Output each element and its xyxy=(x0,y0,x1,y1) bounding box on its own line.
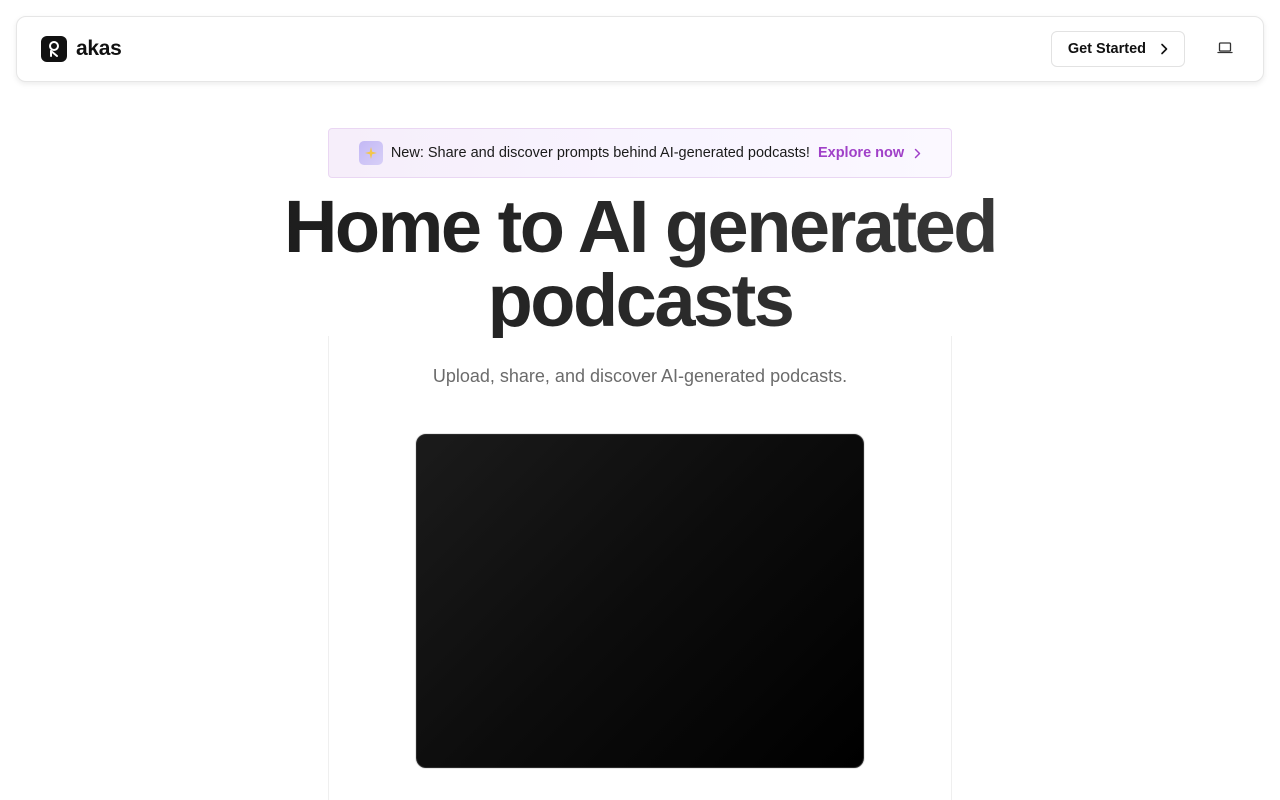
brand-link[interactable]: akas xyxy=(41,36,122,62)
hero-title-line-1: Home to AI generated xyxy=(283,185,997,268)
nav-actions: Get Started xyxy=(1050,31,1239,67)
announcement-banner: New: Share and discover prompts behind A… xyxy=(328,128,952,178)
get-started-button[interactable]: Get Started xyxy=(1050,31,1185,67)
theme-toggle-button[interactable] xyxy=(1211,35,1239,63)
chevron-right-icon xyxy=(914,148,921,159)
sparkle-icon xyxy=(358,141,383,165)
get-started-label: Get Started xyxy=(1067,41,1146,57)
frame-line-right xyxy=(951,336,952,800)
announcement-text: New: Share and discover prompts behind A… xyxy=(390,145,810,161)
hero-title-line-2: podcasts xyxy=(487,259,793,342)
chevron-right-icon xyxy=(1160,43,1168,55)
brand-name: akas xyxy=(76,37,122,60)
top-navbar: akas Get Started xyxy=(16,16,1264,82)
frame-line-left xyxy=(328,336,329,800)
explore-now-label: Explore now xyxy=(817,145,905,161)
laptop-icon xyxy=(1217,41,1233,58)
hero-subtitle: Upload, share, and discover AI-generated… xyxy=(432,366,848,386)
explore-now-link[interactable]: Explore now xyxy=(818,145,921,161)
hero-title: Home to AI generated podcasts xyxy=(0,190,1280,338)
akas-logo-icon xyxy=(41,36,67,62)
hero-video[interactable] xyxy=(416,434,864,768)
page: akas Get Started New: Share and discover… xyxy=(0,0,1280,800)
